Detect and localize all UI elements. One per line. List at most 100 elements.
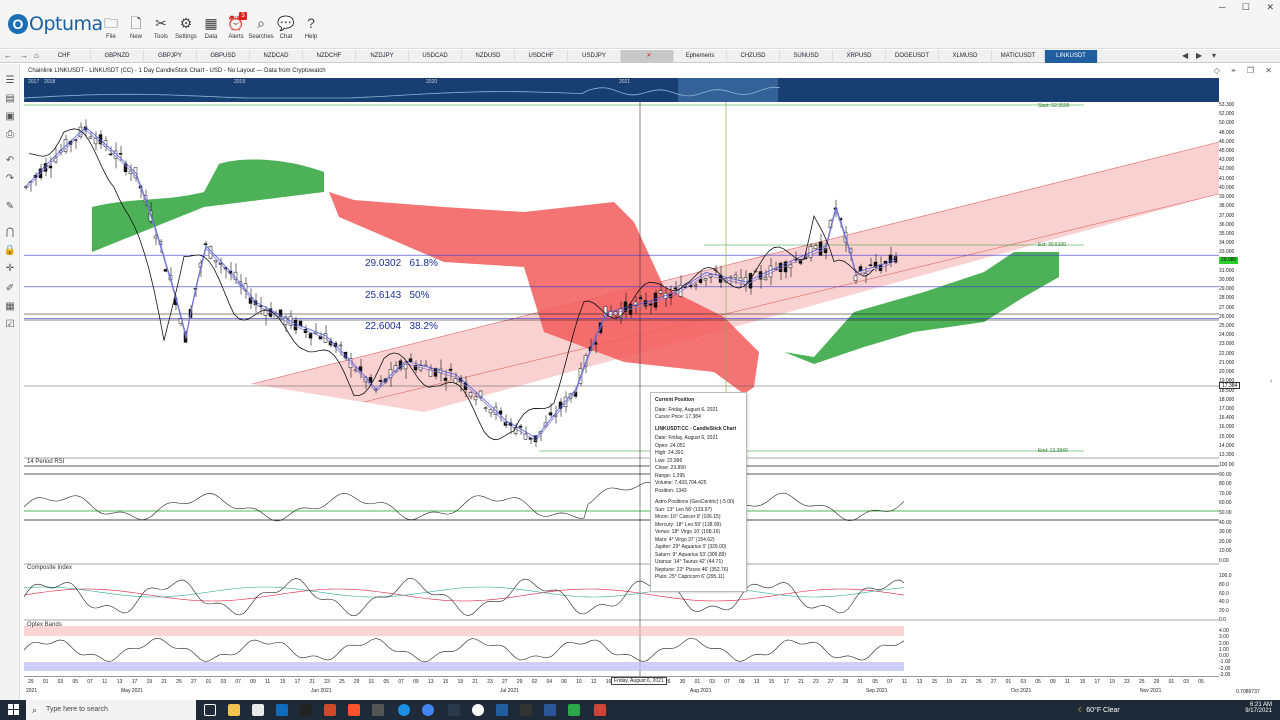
close-chart-icon[interactable]: ✕ xyxy=(1265,66,1272,75)
date-tick: 13 xyxy=(427,679,434,685)
print-icon[interactable]: ⎙ xyxy=(3,128,17,142)
tab-gbpjpy[interactable]: GBPJPY xyxy=(144,50,197,63)
tab-gbpnzd[interactable]: GBPNZD xyxy=(91,50,144,63)
price-tick: 26.000 xyxy=(1219,313,1235,320)
overview-navigator[interactable]: 2017 2018 2019 2020 2021 xyxy=(24,78,1219,102)
current-price-tag: 29.080 xyxy=(1219,257,1239,264)
overview-year: 2017 xyxy=(28,79,40,85)
task-view-icon[interactable] xyxy=(204,704,216,716)
date-tick: 07 xyxy=(398,679,404,685)
checklist-icon[interactable]: ☑ xyxy=(3,318,17,332)
tab-forward-icon[interactable]: → xyxy=(20,51,28,60)
tab-nzdusd[interactable]: NZDUSD xyxy=(462,50,515,63)
optuma-taskbar-icon[interactable] xyxy=(496,704,508,716)
help-button[interactable]: ? Help xyxy=(298,14,324,46)
restore-icon[interactable]: ❐ xyxy=(1247,66,1254,75)
tab-sunusd[interactable]: SUNUSD xyxy=(780,50,833,63)
taskbar-search[interactable]: ⌕ Type here to search xyxy=(26,700,196,720)
drawing-tool-icon[interactable]: ✎ xyxy=(3,200,17,214)
tab-usdcad[interactable]: USDCAD xyxy=(409,50,462,63)
candle-body xyxy=(293,319,298,331)
office-icon[interactable] xyxy=(324,704,336,716)
notepad-icon[interactable] xyxy=(252,704,264,716)
app-circle-icon[interactable] xyxy=(472,704,484,716)
chat-button[interactable]: 💬 Chat xyxy=(273,14,299,46)
chrome-icon[interactable] xyxy=(422,704,434,716)
tab-xlmusd[interactable]: XLMUSD xyxy=(939,50,992,63)
maximize-icon[interactable]: ☐ xyxy=(1242,2,1250,12)
tab-chf[interactable]: CHF xyxy=(38,50,91,63)
edge-icon[interactable] xyxy=(398,704,410,716)
video-icon[interactable] xyxy=(520,704,532,716)
tab-usdchf[interactable]: USDCHF xyxy=(515,50,568,63)
date-tick: 15 xyxy=(1079,679,1086,685)
app-icon[interactable] xyxy=(300,704,312,716)
settings-button[interactable]: ⚙ Settings xyxy=(173,14,199,46)
terminal-icon[interactable] xyxy=(448,704,460,716)
tab-usdjpy[interactable]: USDJPY xyxy=(568,50,621,63)
file-button[interactable]: 🗀 File xyxy=(98,14,124,46)
tools-button[interactable]: ✂ Tools xyxy=(148,14,174,46)
redo-icon[interactable]: ↷ xyxy=(3,172,17,186)
tab-ephemeris[interactable]: Ephemeris xyxy=(674,50,727,63)
candle-body xyxy=(548,412,553,416)
price-tick: 21.000 xyxy=(1219,359,1235,366)
tab-scroll-right-icon[interactable]: ▶ xyxy=(1196,51,1202,60)
composite-axis-tick: 100.0 xyxy=(1219,573,1232,579)
red-app-icon[interactable] xyxy=(594,704,606,716)
notes-icon[interactable]: ▦ xyxy=(3,300,17,314)
diamond-icon[interactable]: ◇ xyxy=(1214,66,1220,75)
file-explorer-icon[interactable] xyxy=(228,704,240,716)
crosshair-icon[interactable]: ✛ xyxy=(3,262,17,276)
tab-chzusd[interactable]: CHZUSD xyxy=(727,50,780,63)
tab-maticusdt[interactable]: MATICUSDT xyxy=(992,50,1045,63)
mail-icon[interactable] xyxy=(276,704,288,716)
date-tick: 21 xyxy=(472,679,478,685)
tab-back-icon[interactable]: ← xyxy=(4,51,12,60)
new-button[interactable]: 🗋 New xyxy=(123,14,149,46)
searches-button[interactable]: ⌕ Searches xyxy=(248,14,274,46)
date-tick: 21 xyxy=(798,679,804,685)
pin-icon[interactable]: ⌖ xyxy=(1231,66,1236,75)
tab-blank[interactable]: ✕ xyxy=(621,50,674,63)
month-label: Aug 2021 xyxy=(690,688,712,694)
system-clock[interactable]: 6:21 AM 9/17/2021 xyxy=(1245,702,1272,714)
word-icon[interactable] xyxy=(544,704,556,716)
magnet-icon[interactable]: ⋂ xyxy=(3,226,17,240)
tab-gbpusd[interactable]: GBPUSD xyxy=(197,50,250,63)
alerts-button[interactable]: ⏰ 3 Alerts xyxy=(223,12,249,46)
vpn-icon[interactable] xyxy=(372,704,384,716)
window-controls: ─ ☐ ✕ xyxy=(1205,2,1274,13)
layout-icon[interactable]: ▤ xyxy=(3,92,17,106)
brave-icon[interactable] xyxy=(348,704,360,716)
composite-slow-line xyxy=(24,588,905,602)
tab-label: CHZUSD xyxy=(740,53,766,59)
brush-icon[interactable]: ✐ xyxy=(3,282,17,296)
tab-xrpusd[interactable]: XRPUSD xyxy=(833,50,886,63)
price-chart[interactable] xyxy=(24,102,1219,677)
date-tick: 13 xyxy=(753,679,760,685)
tab-scroll-left-icon[interactable]: ◀ xyxy=(1182,51,1188,60)
date-tick: 11 xyxy=(901,679,908,685)
close-icon[interactable]: ✕ xyxy=(1266,2,1274,12)
tab-nzdchf[interactable]: NZDCHF xyxy=(303,50,356,63)
candle-body xyxy=(868,264,873,267)
lock-icon[interactable]: 🔒 xyxy=(3,244,17,258)
collapse-arrow-icon[interactable]: ‹ xyxy=(1270,378,1272,385)
tab-close-icon[interactable]: ✕ xyxy=(646,53,651,59)
list-icon[interactable]: ☰ xyxy=(3,74,17,88)
tab-nzdcad[interactable]: NZDCAD xyxy=(250,50,303,63)
minimize-icon[interactable]: ─ xyxy=(1219,2,1225,12)
green-app-icon[interactable] xyxy=(568,704,580,716)
windows-start-icon[interactable] xyxy=(8,704,20,716)
data-button[interactable]: ▦ Data xyxy=(198,14,224,46)
weather-widget[interactable]: ☾ 60°F Clear xyxy=(1078,706,1120,714)
save-icon[interactable]: ▣ xyxy=(3,110,17,124)
date-tick: 01 xyxy=(1005,679,1012,685)
tab-linkusdt[interactable]: LINKUSDT xyxy=(1045,50,1098,63)
tab-list-icon[interactable]: ▾ xyxy=(1212,51,1216,60)
undo-icon[interactable]: ↶ xyxy=(3,154,17,168)
date-tick: 29 xyxy=(516,679,523,685)
tab-dogeusdt[interactable]: DOGEUSDT xyxy=(886,50,939,63)
tab-nzdjpy[interactable]: NZDJPY xyxy=(356,50,409,63)
